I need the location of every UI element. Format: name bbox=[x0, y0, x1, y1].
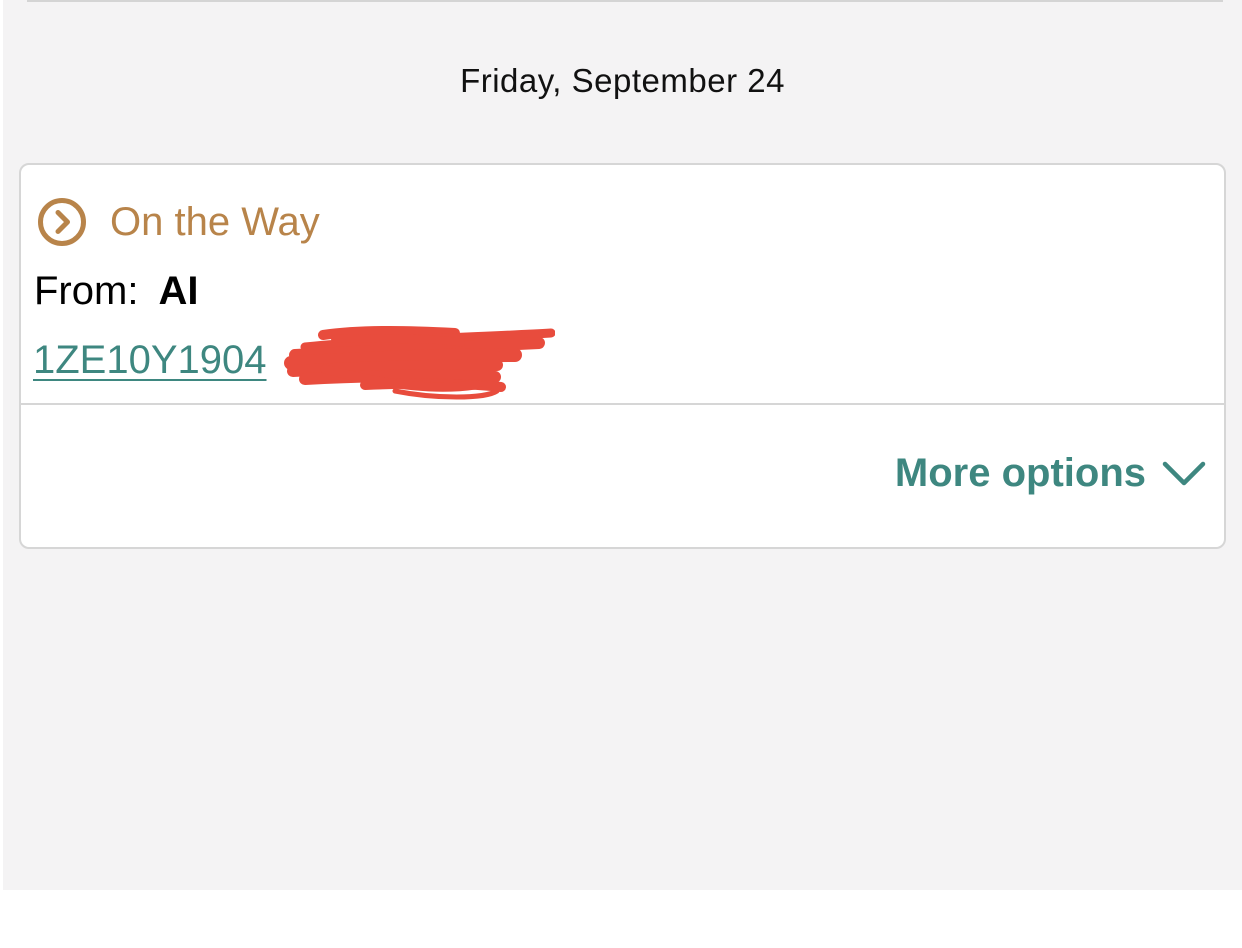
tracking-number-link[interactable]: 1ZE10Y1904 bbox=[33, 338, 267, 383]
shipment-card[interactable]: On the Way From: AI 1ZE10Y1904 More optio bbox=[19, 163, 1226, 549]
more-options-label: More options bbox=[894, 451, 1146, 495]
chevron-circle-right-icon bbox=[38, 198, 86, 246]
top-divider bbox=[27, 0, 1223, 2]
from-label: From: bbox=[34, 269, 139, 313]
card-divider bbox=[21, 403, 1224, 405]
redaction-scribble bbox=[284, 326, 555, 400]
chevron-down-icon bbox=[1162, 461, 1206, 485]
date-header: Friday, September 24 bbox=[460, 62, 785, 99]
screen: Friday, September 24 On the Way From: AI … bbox=[3, 0, 1242, 890]
sender-row: From: AI bbox=[34, 269, 198, 314]
shipment-status: On the Way bbox=[110, 199, 320, 244]
sender-name: AI bbox=[158, 269, 199, 313]
status-row: On the Way bbox=[37, 197, 320, 247]
more-options-button[interactable]: More options bbox=[895, 451, 1206, 496]
